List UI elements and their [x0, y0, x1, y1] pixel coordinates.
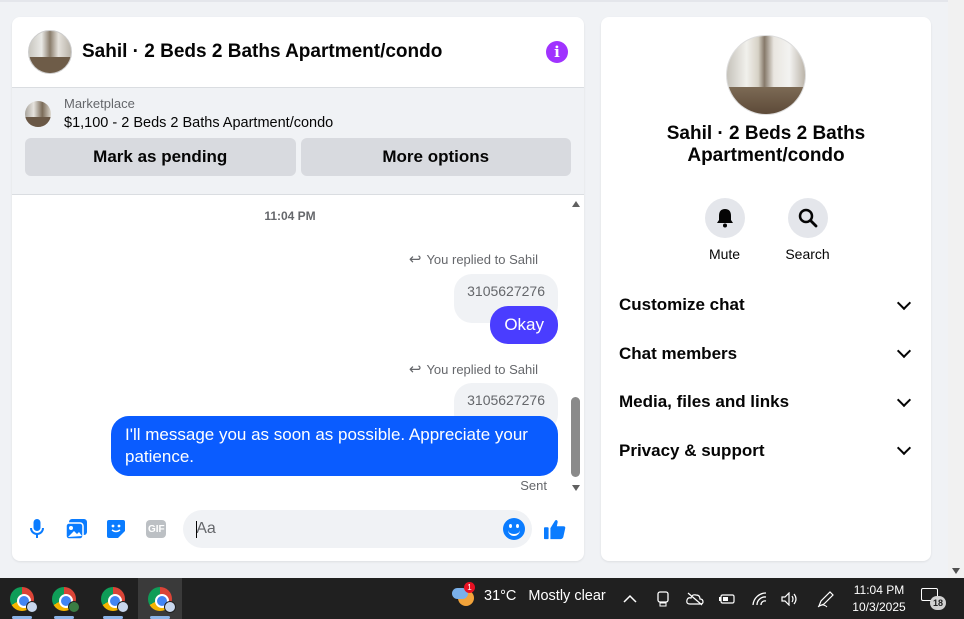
battery-icon[interactable]	[717, 578, 737, 619]
marketplace-label: Marketplace	[64, 96, 135, 111]
listing-title[interactable]: $1,100 - 2 Beds 2 Baths Apartment/condo	[64, 115, 333, 131]
reply-label: You replied to Sahil	[426, 251, 538, 267]
chevron-down-icon	[896, 441, 912, 456]
composer: GIF	[12, 507, 584, 551]
thumbs-up-icon[interactable]	[543, 518, 566, 540]
reply-indicator: ↩ You replied to Sahil	[409, 360, 538, 378]
info-sections: Customize chat Chat members Media, files…	[601, 281, 931, 475]
sticker-icon[interactable]	[106, 518, 128, 540]
scroll-up-arrow[interactable]	[572, 201, 580, 207]
mute-button[interactable]: Mute	[704, 198, 745, 262]
section-label: Customize chat	[619, 295, 745, 315]
taskbar-chrome-profile-3[interactable]	[91, 578, 135, 619]
scroll-down-arrow[interactable]	[952, 568, 960, 574]
section-label: Media, files and links	[619, 392, 790, 412]
window-top-edge	[0, 0, 948, 2]
quick-actions: Mute Search	[601, 198, 931, 262]
emoji-icon[interactable]	[502, 518, 525, 540]
text-caret	[196, 521, 198, 538]
weather-alert-badge: 1	[464, 582, 475, 593]
notification-count: 18	[930, 596, 946, 610]
wifi-icon[interactable]	[750, 578, 770, 619]
weather-temp: 31°C	[484, 588, 517, 604]
message-timestamp: 11:04 PM	[264, 209, 316, 223]
more-options-button[interactable]: More options	[300, 138, 571, 176]
message-bubble[interactable]: Okay	[490, 306, 558, 344]
section-customize-chat[interactable]: Customize chat	[601, 281, 931, 330]
reply-arrow-icon: ↩	[408, 361, 422, 378]
search-icon[interactable]	[787, 198, 828, 238]
gif-label: GIF	[146, 520, 167, 538]
section-media-files-links[interactable]: Media, files and links	[601, 378, 931, 427]
chevron-down-icon	[896, 344, 912, 359]
section-label: Chat members	[619, 343, 738, 363]
taskbar-chrome-profile-4[interactable]	[138, 578, 182, 619]
window-scrollbar[interactable]	[948, 0, 964, 578]
weather-widget[interactable]: 1 31°C Mostly clear	[452, 582, 606, 606]
clock-time: 11:04 PM	[853, 583, 905, 597]
listing-thumbnail[interactable]	[25, 100, 51, 127]
conversation-avatar[interactable]	[726, 35, 806, 115]
conversation-info-panel: Sahil · 2 Beds 2 Baths Apartment/condo M…	[601, 17, 931, 561]
chevron-down-icon	[896, 295, 912, 310]
message-input[interactable]	[196, 520, 497, 538]
marketplace-card: Marketplace $1,100 - 2 Beds 2 Baths Apar…	[12, 88, 584, 195]
taskbar-clock[interactable]: 11:04 PM 10/3/2025	[849, 582, 909, 616]
profile-badge-icon	[26, 601, 38, 613]
photo-icon[interactable]	[66, 518, 88, 540]
scroll-down-arrow[interactable]	[572, 485, 580, 491]
profile-badge-icon	[164, 601, 176, 613]
section-privacy-support[interactable]: Privacy & support	[601, 427, 931, 476]
microphone-icon[interactable]	[26, 518, 48, 540]
taskbar-chrome-profile-1[interactable]	[0, 578, 44, 619]
onedrive-offline-icon[interactable]	[684, 578, 706, 619]
weather-cloudy-icon: 1	[452, 582, 475, 606]
reply-indicator: ↩ You replied to Sahil	[409, 250, 538, 268]
message-scrollbar[interactable]	[568, 197, 584, 493]
taskbar: 1 31°C Mostly clear 11:04 PM 10/3/2025 1…	[0, 578, 964, 619]
sent-status: Sent	[520, 478, 547, 493]
taskbar-chrome-profile-2[interactable]	[42, 578, 86, 619]
profile-badge-icon	[68, 601, 80, 613]
pen-icon[interactable]	[815, 578, 837, 619]
meet-now-icon[interactable]	[653, 578, 673, 619]
reply-arrow-icon: ↩	[408, 251, 422, 268]
chevron-up-icon[interactable]	[620, 578, 640, 619]
bell-icon[interactable]	[704, 198, 745, 238]
search-button[interactable]: Search	[785, 198, 830, 262]
notification-center-icon[interactable]: 18	[921, 588, 946, 610]
gif-icon[interactable]: GIF	[145, 518, 167, 540]
mark-as-pending-button[interactable]: Mark as pending	[25, 138, 296, 176]
message-bubble[interactable]: I'll message you as soon as possible. Ap…	[111, 416, 558, 476]
section-label: Privacy & support	[619, 440, 765, 460]
section-chat-members[interactable]: Chat members	[601, 330, 931, 379]
message-list: 11:04 PM ↩ You replied to Sahil 31056272…	[12, 195, 584, 495]
message-input-box[interactable]	[183, 510, 532, 548]
clock-date: 10/3/2025	[852, 600, 906, 614]
search-label: Search	[785, 246, 830, 262]
info-icon[interactable]: i	[546, 41, 568, 63]
profile-badge-icon	[117, 601, 129, 613]
volume-icon[interactable]	[779, 578, 801, 619]
chevron-down-icon	[896, 392, 912, 407]
chat-header: Sahil · 2 Beds 2 Baths Apartment/condo i	[12, 17, 584, 88]
weather-condition: Mostly clear	[528, 588, 606, 604]
chat-title[interactable]: Sahil · 2 Beds 2 Baths Apartment/condo	[82, 41, 546, 63]
reply-label: You replied to Sahil	[426, 361, 538, 377]
mute-label: Mute	[708, 246, 741, 262]
chat-panel: Sahil · 2 Beds 2 Baths Apartment/condo i…	[12, 17, 584, 561]
scrollbar-thumb[interactable]	[571, 397, 580, 477]
conversation-title: Sahil · 2 Beds 2 Baths Apartment/condo	[666, 123, 866, 166]
chat-avatar[interactable]	[28, 30, 72, 74]
